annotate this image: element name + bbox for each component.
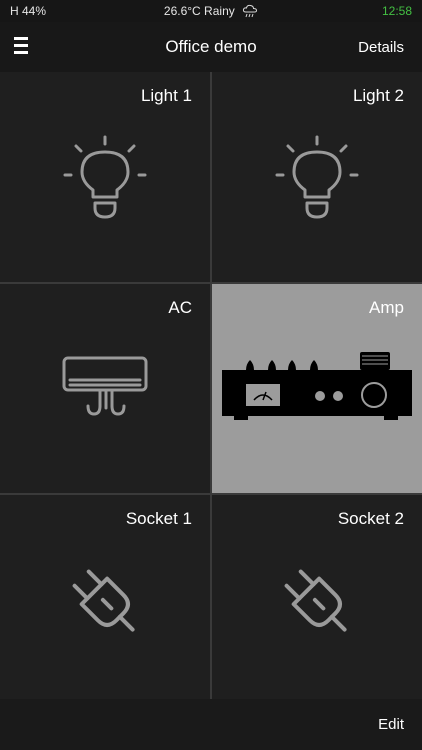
details-button[interactable]: Details <box>358 39 404 56</box>
clock: 12:58 <box>381 4 412 18</box>
light-bulb-icon <box>275 135 359 219</box>
device-tile-socket-2[interactable]: Socket 2 <box>212 495 422 699</box>
air-conditioner-icon <box>62 356 148 416</box>
device-name: AC <box>168 298 192 317</box>
plug-icon <box>72 569 135 632</box>
device-tile-socket-1[interactable]: Socket 1 <box>0 495 210 699</box>
device-tile-light-1[interactable]: Light 1 <box>0 72 210 282</box>
device-tile-light-2[interactable]: Light 2 <box>212 72 422 282</box>
amplifier-icon <box>222 352 412 420</box>
weather-reading: 26.6°C Rainy <box>163 4 235 18</box>
device-name: Light 1 <box>140 86 192 105</box>
device-grid: Light 1 Light 2 AC Amp Socket 1 Socket 2 <box>0 72 422 699</box>
app-header: Office demo Details <box>0 22 422 72</box>
device-tile-ac[interactable]: AC <box>0 284 210 493</box>
status-bar: H 44% 26.6°C Rainy 12:58 <box>0 0 422 22</box>
device-name: Amp <box>369 298 404 317</box>
plug-icon <box>284 569 347 632</box>
device-name: Light 2 <box>352 86 404 105</box>
rain-cloud-icon <box>243 4 258 18</box>
device-name: Socket 1 <box>125 509 192 528</box>
edit-button[interactable]: Edit <box>378 716 404 733</box>
hamburger-menu-icon[interactable] <box>14 37 36 57</box>
bottom-bar: Edit <box>0 699 422 750</box>
light-bulb-icon <box>63 135 147 219</box>
device-name: Socket 2 <box>337 509 404 528</box>
device-tile-amp[interactable]: Amp <box>212 284 422 493</box>
